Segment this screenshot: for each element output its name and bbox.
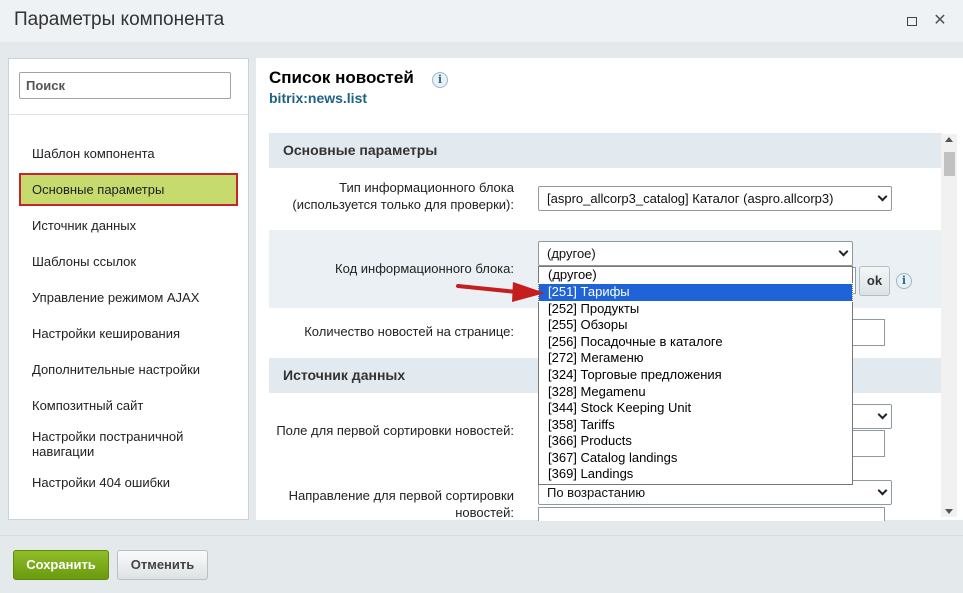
sidebar-item-pagination-settings[interactable]: Настройки постраничной навигации (19, 427, 238, 461)
sort1-dir-input[interactable] (538, 507, 885, 521)
sidebar-item-label: Шаблон компонента (32, 145, 155, 161)
sort1-label: Поле для первой сортировки новостей: (276, 423, 514, 438)
sidebar-item-label: Шаблоны ссылок (32, 253, 137, 269)
search-input[interactable] (19, 72, 231, 99)
dropdown-option[interactable]: [367] Catalog landings (539, 450, 852, 467)
sidebar-item-404-settings[interactable]: Настройки 404 ошибки (19, 472, 238, 492)
chevron-down-icon (877, 191, 888, 202)
sidebar-item-component-template[interactable]: Шаблон компонента (19, 143, 238, 163)
sort1-dir-label: Направление для первой сортировки новост… (288, 488, 514, 520)
sidebar-item-data-source[interactable]: Источник данных (19, 215, 238, 235)
sidebar-item-label: Основные параметры (32, 182, 165, 197)
iblock-code-dropdown[interactable]: (другое) [251] Тарифы [252] Продукты [25… (538, 266, 853, 485)
iblock-type-value: [aspro_allcorp3_catalog] Каталог (aspro.… (547, 191, 834, 206)
news-count-label: Количество новостей на странице: (304, 324, 514, 339)
iblock-code-label: Код информационного блока: (335, 261, 514, 276)
dropdown-option[interactable]: (другое) (539, 267, 852, 284)
sidebar-item-composite-site[interactable]: Композитный сайт (19, 395, 238, 415)
sidebar-item-link-templates[interactable]: Шаблоны ссылок (19, 251, 238, 271)
chevron-down-icon (877, 485, 888, 496)
sidebar-item-cache-settings[interactable]: Настройки кеширования (19, 323, 238, 343)
scroll-up-icon[interactable] (945, 137, 953, 142)
sort1-input[interactable] (850, 430, 885, 457)
info-icon[interactable]: i (432, 72, 448, 88)
component-code: bitrix:news.list (269, 90, 368, 106)
dropdown-option[interactable]: [369] Landings (539, 466, 852, 483)
maximize-icon[interactable] (905, 14, 919, 28)
chevron-down-icon (877, 409, 888, 420)
scroll-thumb[interactable] (944, 152, 955, 176)
annotation-arrow-icon (456, 282, 545, 302)
save-button[interactable]: Сохранить (13, 550, 109, 580)
dropdown-option[interactable]: [272] Мегаменю (539, 350, 852, 367)
cancel-button[interactable]: Отменить (117, 550, 208, 580)
sidebar-divider (9, 114, 248, 115)
sidebar-item-ajax-mode[interactable]: Управление режимом AJAX (19, 287, 238, 307)
dropdown-option[interactable]: [366] Products (539, 433, 852, 450)
sidebar: Шаблон компонента Основные параметры Ист… (8, 58, 249, 520)
window-titlebar: Параметры компонента ✕ (0, 0, 963, 42)
sidebar-item-label: Композитный сайт (32, 397, 144, 413)
component-title: Список новостей (269, 68, 414, 87)
sidebar-item-label: Настройки 404 ошибки (32, 474, 170, 490)
sidebar-item-label: Источник данных (32, 217, 137, 233)
sort1-dir-value: По возрастанию (547, 485, 646, 500)
iblock-type-select[interactable]: [aspro_allcorp3_catalog] Каталог (aspro.… (538, 186, 892, 211)
section-header-main-params: Основные параметры (269, 133, 942, 168)
news-count-input[interactable] (850, 319, 885, 346)
sort1-select[interactable] (850, 404, 892, 429)
ok-button[interactable]: ok (859, 266, 890, 296)
iblock-code-value: (другое) (547, 246, 596, 261)
sidebar-item-main-params[interactable]: Основные параметры (19, 173, 238, 206)
chevron-down-icon (838, 246, 849, 257)
dropdown-option[interactable]: [255] Обзоры (539, 317, 852, 334)
sidebar-item-label: Настройки кеширования (32, 325, 181, 341)
dropdown-option[interactable]: [256] Посадочные в каталоге (539, 334, 852, 351)
window-title: Параметры компонента (14, 9, 225, 30)
dialog-footer: Сохранить Отменить (0, 535, 963, 593)
scroll-down-icon[interactable] (945, 509, 953, 514)
iblock-code-select[interactable]: (другое) (538, 241, 853, 266)
sidebar-item-additional-settings[interactable]: Дополнительные настройки (19, 359, 238, 379)
sidebar-item-label: Управление режимом AJAX (32, 289, 200, 305)
dropdown-option-highlighted[interactable]: [251] Тарифы (538, 283, 853, 302)
dropdown-option[interactable]: [344] Stock Keeping Unit (539, 400, 852, 417)
info-icon[interactable]: i (896, 273, 912, 289)
dropdown-option[interactable]: [358] Tariffs (539, 417, 852, 434)
iblock-type-label: Тип информационного блока (используется … (292, 180, 514, 212)
main-scrollbar[interactable] (941, 134, 957, 517)
dropdown-option[interactable]: [328] Megamenu (539, 384, 852, 401)
sidebar-item-label: Дополнительные настройки (32, 361, 201, 377)
close-icon[interactable]: ✕ (933, 13, 947, 29)
dropdown-option[interactable]: [252] Продукты (539, 301, 852, 318)
sidebar-item-label: Настройки постраничной навигации (32, 429, 184, 459)
dropdown-option[interactable]: [324] Торговые предложения (539, 367, 852, 384)
